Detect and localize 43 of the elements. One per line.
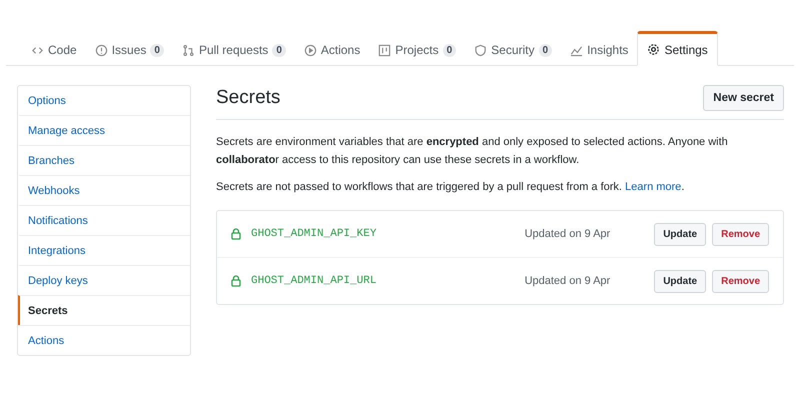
tab[interactable]: Security 0 xyxy=(465,35,562,65)
sidebar-item[interactable]: Branches xyxy=(18,145,190,175)
remove-button[interactable]: Remove xyxy=(712,222,769,246)
line-graph-icon xyxy=(570,44,584,56)
sidebar-item[interactable]: Webhooks xyxy=(18,175,190,205)
tab[interactable]: Actions xyxy=(294,35,370,65)
sidebar-item[interactable]: Notifications xyxy=(18,205,190,235)
count-badge: 0 xyxy=(150,44,164,56)
board-icon xyxy=(378,44,392,56)
note-text: Secrets are not passed to workflows that are triggered by a pull request from a fork. Learn more. xyxy=(216,180,686,195)
secret-name: GHOST_ADMIN_API_URL xyxy=(251,275,378,287)
new-secret-button[interactable]: New secret xyxy=(703,85,784,111)
info-circle-icon xyxy=(94,44,108,56)
pull-request-icon xyxy=(182,44,195,56)
tab[interactable]: Code xyxy=(22,35,86,65)
description-text: Secrets are environment variables that are encrypted and only exposed to selected actions. Anyone with collaborator access to this repository can use these secrets in a workflow. xyxy=(216,135,729,168)
tab[interactable]: Settings xyxy=(637,31,718,66)
tab[interactable]: Projects 0 xyxy=(369,35,466,65)
lock-icon xyxy=(231,228,241,240)
sidebar-item[interactable]: Manage access xyxy=(18,115,190,145)
count-badge: 0 xyxy=(272,44,286,56)
learn-more-link[interactable]: Learn more xyxy=(625,181,682,193)
count-badge: 0 xyxy=(442,44,456,56)
sidebar-item[interactable]: Deploy keys xyxy=(18,265,190,295)
count-badge: 0 xyxy=(538,44,552,56)
gear-icon xyxy=(647,43,660,56)
updated-date: Updated on 9 Apr xyxy=(524,275,610,287)
sidebar-item[interactable]: Secrets xyxy=(18,295,190,325)
tab[interactable]: Pull requests 0 xyxy=(172,35,295,65)
lock-icon xyxy=(231,275,241,287)
play-circle-icon xyxy=(304,44,317,56)
shield-icon xyxy=(474,44,488,56)
update-button[interactable]: Update xyxy=(654,222,706,246)
sidebar-item[interactable]: Options xyxy=(18,86,190,115)
tab[interactable]: Insights xyxy=(561,35,638,65)
updated-date: Updated on 9 Apr xyxy=(524,228,610,240)
secret-name: GHOST_ADMIN_API_KEY xyxy=(251,228,378,240)
sidebar-item[interactable]: Actions xyxy=(18,325,190,355)
tab[interactable]: Issues 0 xyxy=(86,35,173,65)
page-heading: Secrets xyxy=(216,87,280,109)
sidebar-item[interactable]: Integrations xyxy=(18,235,190,265)
update-button[interactable]: Update xyxy=(654,270,706,292)
remove-button[interactable]: Remove xyxy=(712,270,769,292)
